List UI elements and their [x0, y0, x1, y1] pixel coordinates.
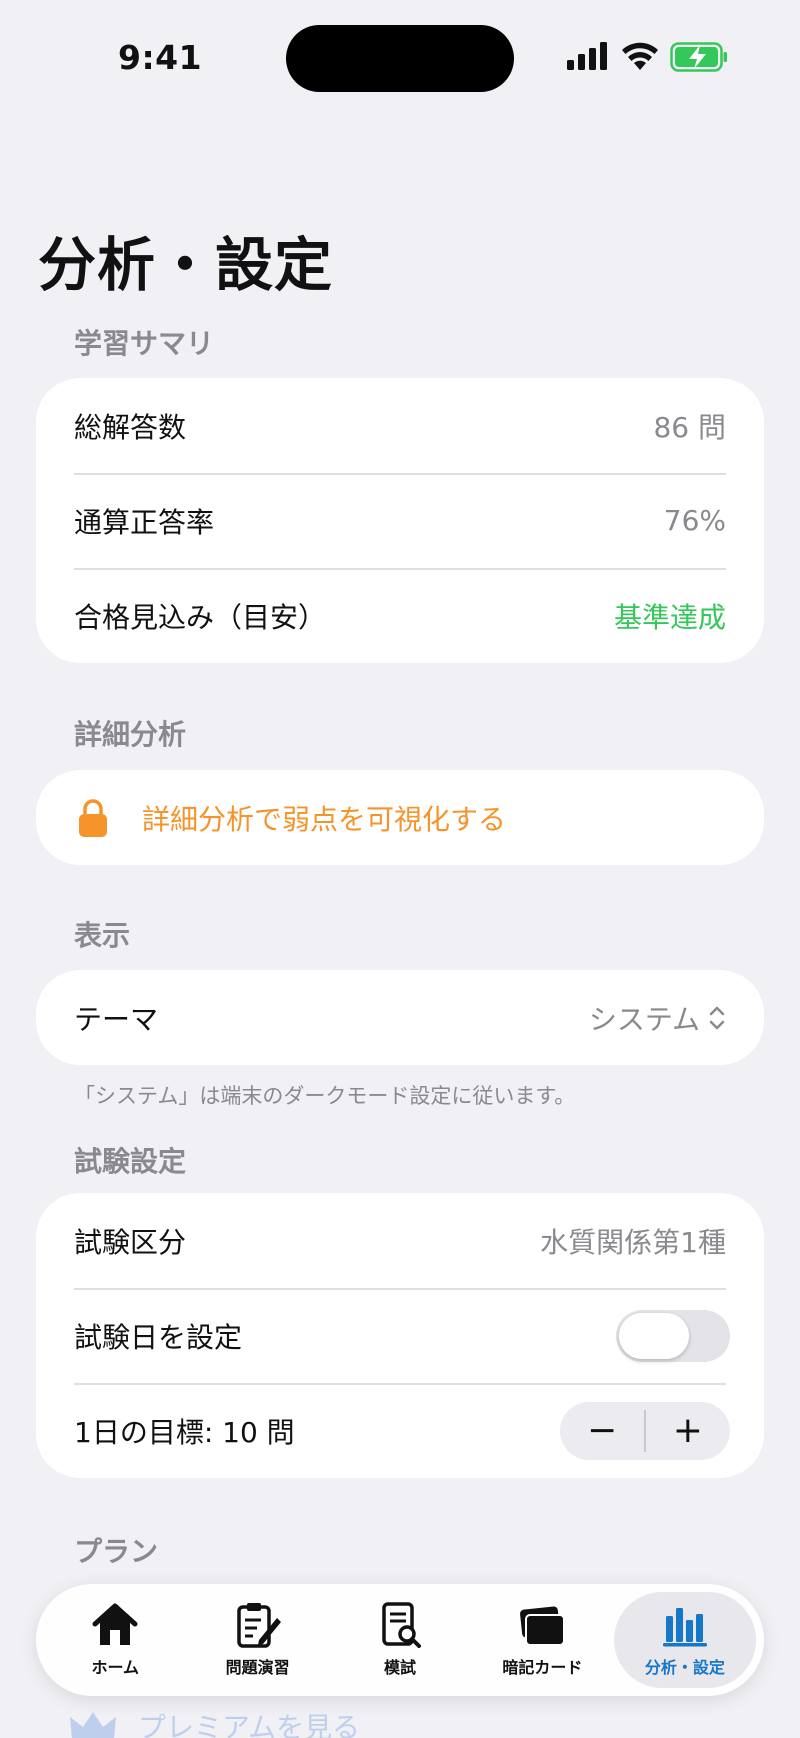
- daily-goal-row: 1日の目標: 10 問 − +: [36, 1383, 764, 1478]
- wifi-icon: [622, 42, 658, 70]
- clipboard-pencil-icon: [236, 1603, 281, 1648]
- tab-mock-exam[interactable]: 模試: [329, 1592, 471, 1688]
- tab-analysis-settings[interactable]: 分析・設定: [613, 1592, 757, 1688]
- premium-link-label[interactable]: プレミアムを見る: [138, 1706, 360, 1738]
- tab-label: 問題演習: [225, 1658, 290, 1677]
- house-icon: [92, 1603, 138, 1645]
- summary-row-pass-outlook: 合格見込み（目安） 基準達成: [36, 568, 764, 663]
- tab-flashcards[interactable]: 暗記カード: [471, 1592, 613, 1688]
- chart-bars-icon: [662, 1608, 707, 1647]
- status-bar: 9:41: [0, 0, 800, 120]
- tab-practice[interactable]: 問題演習: [186, 1592, 328, 1688]
- summary-row-accuracy: 通算正答率 76%: [36, 473, 764, 568]
- display-card: テーマ システム: [36, 970, 764, 1065]
- tab-bar: ホーム 問題演習 模試 暗記カード 分析・設定: [36, 1584, 764, 1696]
- theme-picker[interactable]: システム: [589, 998, 726, 1038]
- tab-label: ホーム: [91, 1658, 139, 1677]
- exam-category-label: 試験区分: [74, 1225, 187, 1259]
- exam-settings-card: 試験区分 水質関係第1種 試験日を設定 1日の目標: 10 問 − +: [36, 1193, 764, 1478]
- tab-label: 分析・設定: [644, 1658, 725, 1677]
- decrement-button[interactable]: −: [560, 1402, 644, 1460]
- theme-value: システム: [588, 1002, 700, 1036]
- toggle-knob: [619, 1312, 689, 1359]
- exam-category-value: 水質関係第1種: [540, 1225, 726, 1259]
- unlock-analysis-label: 詳細分析で弱点を可視化する: [142, 802, 507, 836]
- exam-date-row: 試験日を設定: [36, 1288, 764, 1383]
- crown-icon: [70, 1712, 116, 1738]
- row-label: 通算正答率: [74, 505, 215, 539]
- dynamic-island: [286, 25, 514, 92]
- cellular-signal-icon: [567, 42, 607, 70]
- theme-row[interactable]: テーマ システム: [36, 970, 764, 1065]
- row-value: 86 問: [653, 410, 726, 444]
- tab-label: 暗記カード: [502, 1658, 583, 1677]
- pass-status-value: 基準達成: [613, 600, 726, 634]
- section-header-analysis: 詳細分析: [74, 718, 187, 751]
- row-value: 76%: [663, 504, 726, 537]
- section-header-plan: プラン: [74, 1535, 159, 1568]
- daily-goal-label: 1日の目標: 10 問: [74, 1415, 295, 1449]
- premium-link-row[interactable]: プレミアムを見る: [68, 1706, 360, 1738]
- increment-button[interactable]: +: [646, 1402, 730, 1460]
- page-title: 分析・設定: [38, 231, 334, 299]
- chevron-up-down-icon: [709, 1006, 725, 1029]
- summary-row-total: 総解答数 86 問: [36, 378, 764, 473]
- theme-label: テーマ: [74, 1002, 159, 1036]
- exam-date-label: 試験日を設定: [74, 1320, 243, 1354]
- summary-card: 総解答数 86 問 通算正答率 76% 合格見込み（目安） 基準達成: [36, 378, 764, 663]
- section-header-exam: 試験設定: [74, 1145, 187, 1178]
- row-label: 総解答数: [74, 410, 187, 444]
- tab-label: 模試: [384, 1658, 417, 1677]
- exam-category-row[interactable]: 試験区分 水質関係第1種: [36, 1193, 764, 1288]
- detailed-analysis-card[interactable]: 詳細分析で弱点を可視化する: [36, 770, 764, 865]
- section-header-display: 表示: [74, 919, 131, 952]
- battery-charging-icon: [670, 42, 727, 72]
- lock-icon: [79, 798, 107, 837]
- cards-icon: [520, 1606, 566, 1646]
- theme-footnote: 「システム」は端末のダークモード設定に従います。: [74, 1084, 576, 1108]
- status-time: 9:41: [118, 38, 203, 77]
- daily-goal-stepper[interactable]: − +: [560, 1401, 730, 1460]
- tab-home[interactable]: ホーム: [44, 1592, 186, 1688]
- document-search-icon: [382, 1602, 422, 1648]
- exam-date-toggle[interactable]: [616, 1309, 730, 1362]
- section-header-summary: 学習サマリ: [74, 327, 215, 360]
- row-label: 合格見込み（目安）: [74, 600, 327, 634]
- unlock-analysis-button[interactable]: 詳細分析で弱点を可視化する: [36, 770, 764, 865]
